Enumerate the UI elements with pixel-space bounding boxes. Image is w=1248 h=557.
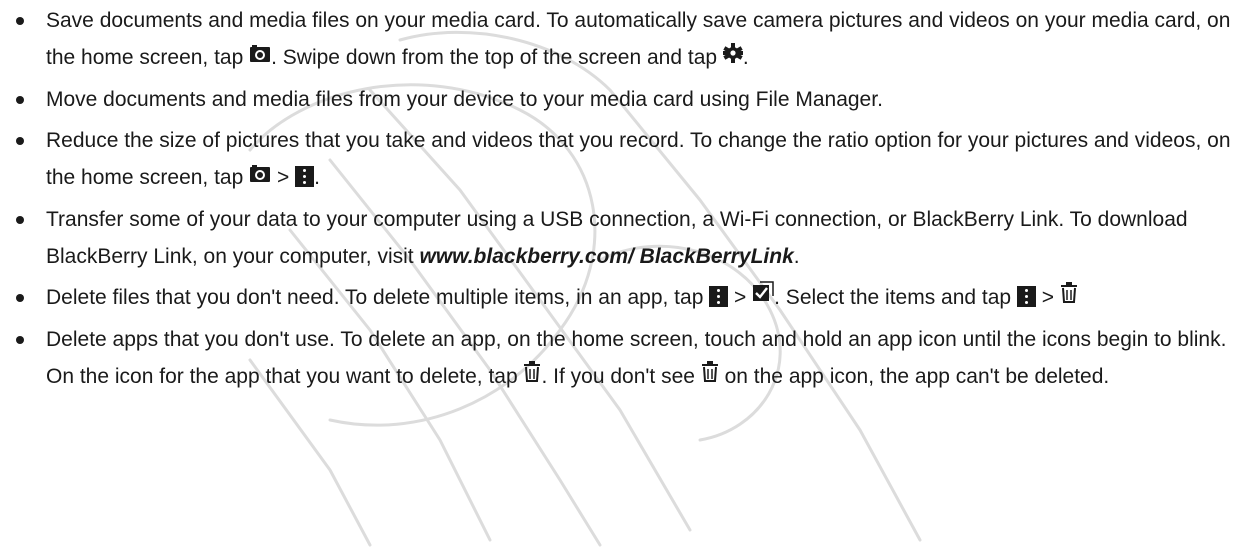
trash-icon bbox=[701, 357, 719, 394]
list-item: Delete files that you don't need. To del… bbox=[14, 279, 1240, 317]
tip-text: . Swipe down from the top of the screen … bbox=[271, 46, 723, 69]
more-menu-icon bbox=[709, 285, 729, 307]
tip-text: on the app icon, the app can't be delete… bbox=[718, 364, 1110, 388]
trash-icon bbox=[523, 357, 541, 394]
separator: > bbox=[1035, 285, 1060, 309]
tips-list: Save documents and media files on your m… bbox=[14, 2, 1240, 400]
tip-text: . If you don't see bbox=[541, 364, 701, 388]
gear-icon bbox=[722, 38, 743, 75]
tip-text: . bbox=[793, 244, 800, 268]
more-menu-icon bbox=[1016, 285, 1036, 307]
list-item: Reduce the size of pictures that you tak… bbox=[14, 122, 1240, 197]
tip-text: Reduce the size of pictures that you tak… bbox=[46, 128, 1231, 189]
tip-text: Move documents and media files from your… bbox=[46, 87, 883, 111]
more-menu-icon bbox=[295, 165, 315, 187]
tip-text: Delete files that you don't need. To del… bbox=[46, 285, 710, 309]
select-items-icon bbox=[752, 278, 774, 315]
list-item: Transfer some of your data to your compu… bbox=[14, 201, 1240, 275]
tip-text: . Select the items and tap bbox=[774, 285, 1017, 309]
separator: > bbox=[728, 285, 753, 309]
separator: > bbox=[271, 165, 296, 189]
list-item: Move documents and media files from your… bbox=[14, 81, 1240, 118]
tip-text: . bbox=[314, 165, 320, 189]
list-item: Save documents and media files on your m… bbox=[14, 2, 1240, 77]
tip-text: . bbox=[742, 46, 749, 69]
blackberry-link-url[interactable]: www.blackberry.com/ BlackBerryLink bbox=[419, 245, 793, 268]
trash-icon bbox=[1060, 278, 1078, 315]
camera-icon bbox=[249, 158, 271, 195]
camera-icon bbox=[249, 38, 271, 75]
list-item: Delete apps that you don't use. To delet… bbox=[14, 321, 1240, 396]
